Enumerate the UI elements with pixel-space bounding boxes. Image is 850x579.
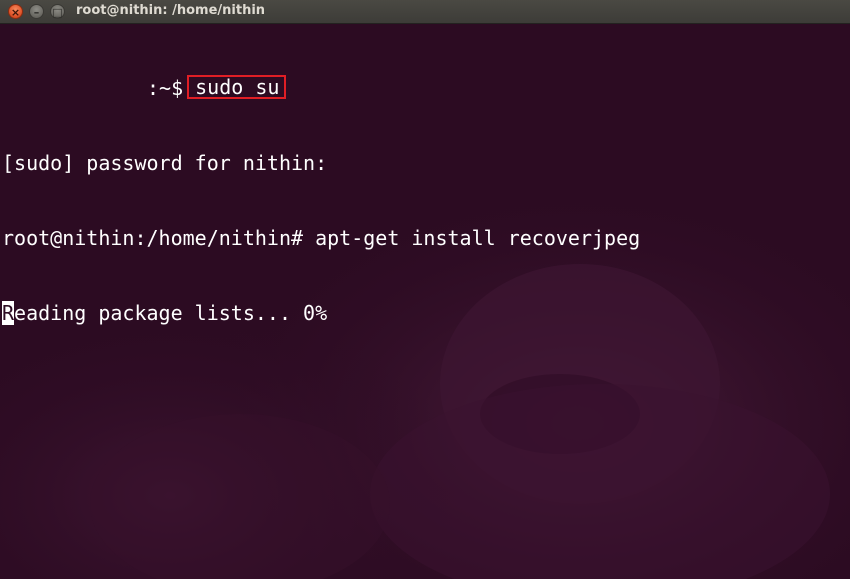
text-cursor[interactable]: R	[2, 301, 15, 325]
window-title: root@nithin: /home/nithin	[76, 3, 266, 18]
close-window-button[interactable]: ×	[8, 4, 23, 19]
terminal-output: :~$ sudo su [sudo] password for nithin: r…	[2, 26, 640, 376]
highlighted-command: sudo su	[187, 75, 287, 99]
close-icon: ×	[10, 6, 21, 19]
terminal-line: root@nithin:/home/nithin# apt-get instal…	[2, 226, 641, 250]
title-bar[interactable]: × – □ root@nithin: /home/nithin	[0, 0, 850, 24]
terminal-line: Reading package lists... 0%	[2, 301, 640, 326]
terminal-area[interactable]: :~$ sudo su [sudo] password for nithin: r…	[0, 24, 850, 579]
terminal-window: × – □ root@nithin: /home/nithin:~$ sudo…	[0, 0, 850, 579]
minimize-icon: –	[33, 6, 40, 19]
terminal-line: [sudo] password for nithin:	[2, 151, 328, 175]
prompt-suffix: :~$	[147, 76, 184, 100]
minimize-window-button[interactable]: –	[29, 4, 44, 19]
terminal-line: :~$ sudo su	[2, 75, 640, 101]
maximize-window-button[interactable]: □	[50, 4, 65, 19]
maximize-icon: □	[52, 6, 63, 19]
progress-text: eading package lists... 0%	[14, 301, 328, 325]
